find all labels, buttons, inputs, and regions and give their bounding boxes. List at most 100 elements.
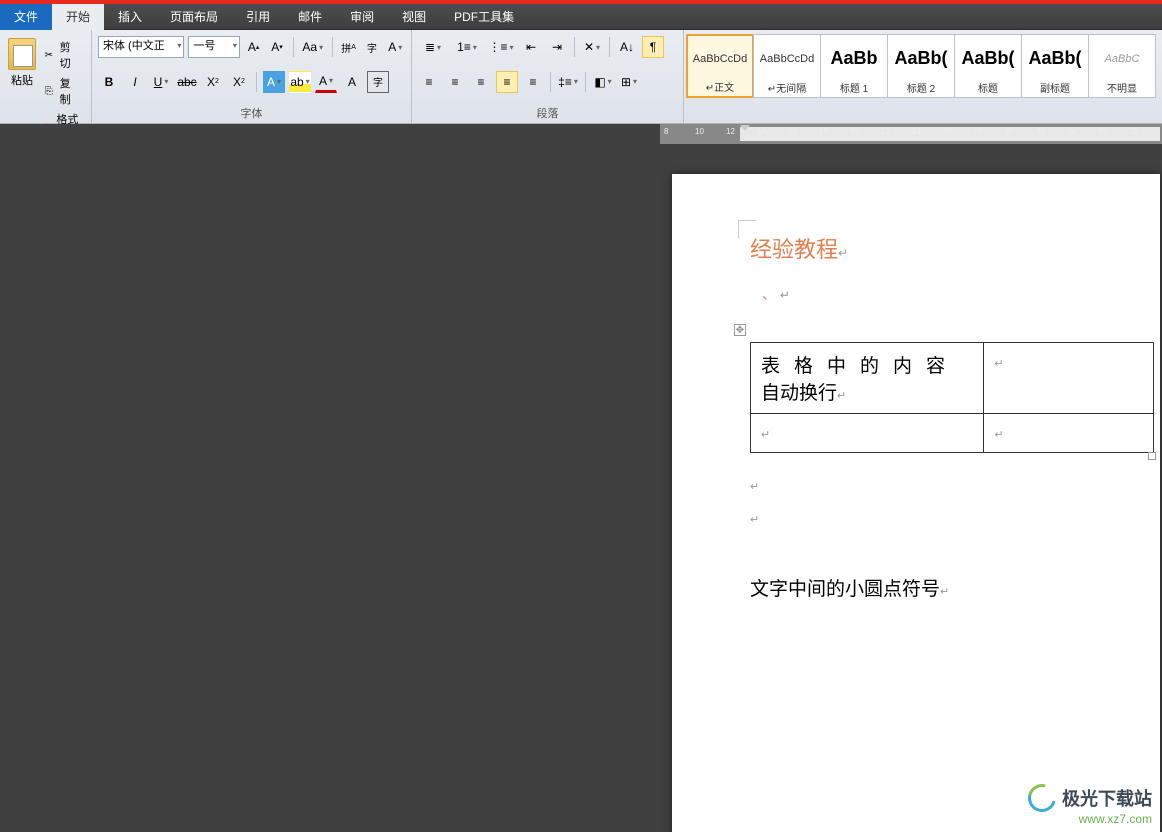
change-case-button[interactable]: Aa [300, 36, 326, 58]
subscript-button[interactable]: X2 [202, 71, 224, 93]
tab-mail[interactable]: 邮件 [284, 4, 336, 30]
tab-home[interactable]: 开始 [52, 4, 104, 30]
tab-insert[interactable]: 插入 [104, 4, 156, 30]
ruler-number: 38 [1129, 127, 1138, 136]
tab-view[interactable]: 视图 [388, 4, 440, 30]
table-cell[interactable]: ↵ [984, 414, 1154, 453]
style-subtle[interactable]: AaBbC 不明显 [1088, 34, 1156, 98]
style-nospacing[interactable]: AaBbCcDd ↵无间隔 [753, 34, 821, 98]
group-paragraph: ≣ 1≡ ⋮≡ ⇤ ⇥ ✕ A↓ ¶ ≡ ≡ ≡ ≡ ≡ ‡≡ ◧ ⊞ 段落 [412, 30, 684, 123]
line-spacing2-button[interactable]: ‡≡ [557, 71, 579, 93]
style-label: 标题 [978, 80, 998, 95]
strike-button[interactable]: abc [176, 71, 198, 93]
table-cell[interactable]: ↵ [984, 343, 1154, 414]
enclose-chars-button[interactable]: 字 [362, 36, 381, 58]
style-label: ↵正文 [706, 79, 734, 94]
text-effect-button[interactable]: A [263, 71, 285, 93]
style-heading1[interactable]: AaBb 标题 1 [820, 34, 888, 98]
style-heading2[interactable]: AaBb( 标题 2 [887, 34, 955, 98]
align-right-button[interactable]: ≡ [470, 71, 492, 93]
bold-button[interactable]: B [98, 71, 120, 93]
tab-file[interactable]: 文件 [0, 4, 52, 30]
grow-font-button[interactable]: A▴ [244, 36, 263, 58]
char-shading-button[interactable]: A [341, 71, 363, 93]
scissors-icon: ✂ [42, 48, 56, 62]
table-row[interactable]: ↵ ↵ [751, 414, 1154, 453]
document-page[interactable]: 经验教程↵ 、 ↵ ✥ 表格中的内容 自动换行↵ ↵ ↵ ↵ [672, 174, 1160, 832]
font-name-select[interactable]: 宋体 (中文正▾ [98, 36, 184, 58]
underline-button[interactable]: U [150, 71, 172, 93]
align-justify-button[interactable]: ≡ [496, 71, 518, 93]
style-preview: AaBb( [962, 37, 1015, 80]
char-border-button[interactable]: 字 [367, 71, 389, 93]
multilevel-button[interactable]: ⋮≡ [486, 36, 516, 58]
align-center-button[interactable]: ≡ [444, 71, 466, 93]
font-color-button[interactable]: A [315, 71, 337, 93]
body-text[interactable]: 文字中间的小圆点符号↵ [750, 574, 1146, 601]
tab-references[interactable]: 引用 [232, 4, 284, 30]
ribbon: 粘贴 ✂剪切 ⎘复制 ✎格式刷 剪贴板 宋体 (中文正▾ 一号▾ A▴ A▾ A… [0, 30, 1162, 124]
document-pane: 8101214161820222426283032343638 经验教程↵ 、 … [660, 124, 1162, 832]
ruler-number: 12 [726, 127, 735, 136]
group-font: 宋体 (中文正▾ 一号▾ A▴ A▾ Aa 拼A 字 A B I U abc X… [92, 30, 412, 123]
borders-button[interactable]: ⊞ [618, 71, 640, 93]
style-subtitle[interactable]: AaBb( 副标题 [1021, 34, 1089, 98]
doc-title[interactable]: 经验教程↵ [750, 232, 1146, 264]
table-cell[interactable]: 表格中的内容 自动换行↵ [751, 343, 984, 414]
ruler-number: 28 [974, 127, 983, 136]
ruler-number: 26 [943, 127, 952, 136]
ruler-number: 24 [912, 127, 921, 136]
indent-marker-icon[interactable] [740, 125, 750, 131]
font-name-value: 宋体 (中文正 [103, 40, 165, 52]
font-size-select[interactable]: 一号▾ [188, 36, 240, 58]
italic-button[interactable]: I [124, 71, 146, 93]
copy-button[interactable]: ⎘复制 [40, 74, 83, 108]
ruler-number: 8 [664, 127, 668, 136]
table-resize-handle[interactable] [1148, 452, 1156, 460]
highlight-button[interactable]: ab [289, 71, 311, 93]
tab-pdf[interactable]: PDF工具集 [440, 4, 528, 30]
shading-button[interactable]: ◧ [592, 71, 614, 93]
bullet-mark[interactable]: 、 ↵ [762, 284, 1146, 304]
ruler-number: 32 [1036, 127, 1045, 136]
ruler-number: 22 [881, 127, 890, 136]
show-marks-button[interactable]: ¶ [642, 36, 664, 58]
shrink-font-button[interactable]: A▾ [267, 36, 286, 58]
tab-review[interactable]: 审阅 [336, 4, 388, 30]
ruler-number: 14 [757, 127, 766, 136]
copy-label: 复制 [60, 75, 81, 107]
margin-corner-icon [738, 220, 756, 238]
line-spacing-button[interactable]: ✕ [581, 36, 603, 58]
style-title[interactable]: AaBb( 标题 [954, 34, 1022, 98]
bullets-button[interactable]: ≣ [418, 36, 448, 58]
ruler-number: 34 [1067, 127, 1076, 136]
cell-text: 表格中的内容 [761, 351, 973, 378]
table-row[interactable]: 表格中的内容 自动换行↵ ↵ [751, 343, 1154, 414]
style-preview: AaBbCcDd [760, 37, 814, 80]
group-clipboard: 粘贴 ✂剪切 ⎘复制 ✎格式刷 剪贴板 [0, 30, 92, 123]
align-distribute-button[interactable]: ≡ [522, 71, 544, 93]
horizontal-ruler[interactable]: 8101214161820222426283032343638 [660, 124, 1162, 144]
numbering-button[interactable]: 1≡ [452, 36, 482, 58]
style-preview: AaBb [830, 37, 877, 80]
sort-button[interactable]: A↓ [616, 36, 638, 58]
cut-button[interactable]: ✂剪切 [40, 38, 83, 72]
table-anchor-icon[interactable]: ✥ [734, 324, 746, 336]
indent-dec-button[interactable]: ⇤ [520, 36, 542, 58]
style-label: 标题 2 [907, 80, 935, 95]
tab-layout[interactable]: 页面布局 [156, 4, 232, 30]
watermark-url: www.xz7.com [1028, 812, 1152, 826]
align-left-button[interactable]: ≡ [418, 71, 440, 93]
ruler-number: 10 [695, 127, 704, 136]
superscript-button[interactable]: X2 [228, 71, 250, 93]
style-normal[interactable]: AaBbCcDd ↵正文 [686, 34, 754, 98]
indent-inc-button[interactable]: ⇥ [546, 36, 568, 58]
phonetic-guide-button[interactable]: 拼A [339, 36, 358, 58]
left-gray-pane [0, 124, 660, 832]
table-cell[interactable]: ↵ [751, 414, 984, 453]
watermark: 极光下载站 www.xz7.com [1028, 784, 1152, 826]
document-table[interactable]: 表格中的内容 自动换行↵ ↵ ↵ ↵ [750, 342, 1154, 453]
paste-label: 粘贴 [11, 72, 33, 88]
page-area[interactable]: 经验教程↵ 、 ↵ ✥ 表格中的内容 自动换行↵ ↵ ↵ ↵ [660, 144, 1162, 832]
clear-format-button[interactable]: A [386, 36, 405, 58]
